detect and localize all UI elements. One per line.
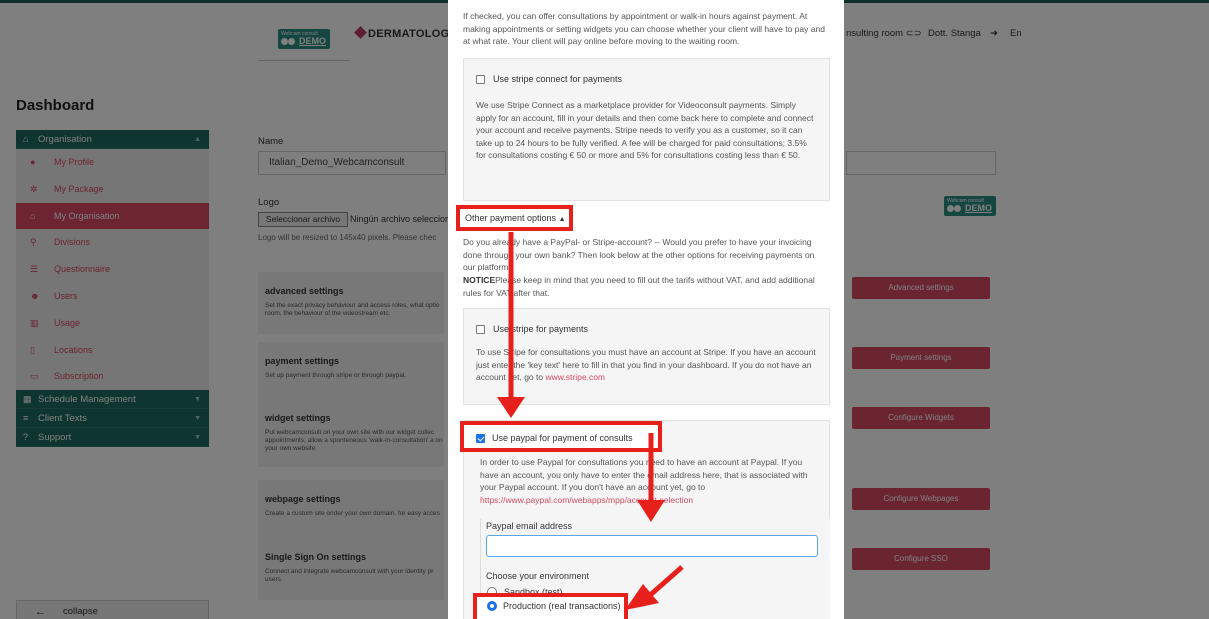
arrow-line	[646, 565, 684, 599]
arrow-head	[637, 500, 665, 522]
arrow-head	[497, 397, 525, 418]
arrow-head	[625, 584, 659, 610]
annotation-arrows	[497, 232, 684, 610]
